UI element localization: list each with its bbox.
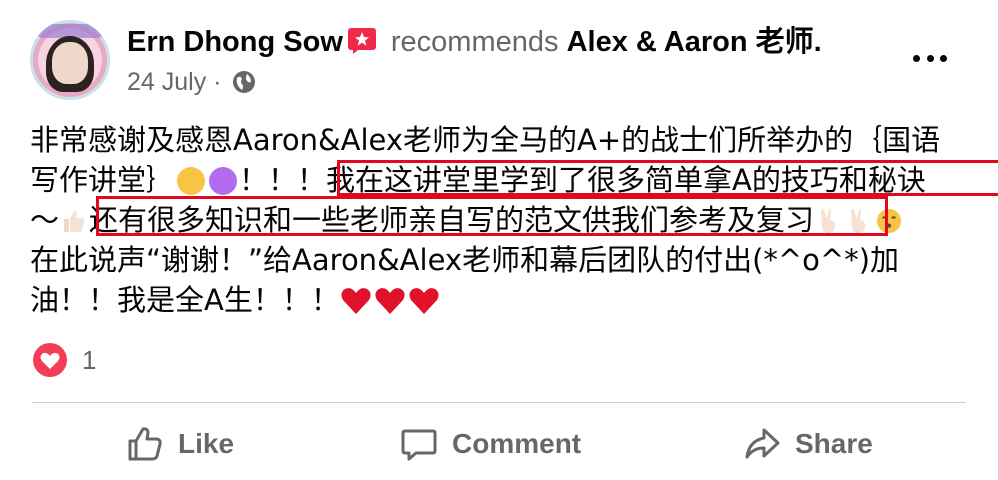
meta-separator: ·	[213, 68, 222, 96]
page-name-link[interactable]: Alex & Aaron 老师.	[567, 26, 822, 58]
globe-icon	[233, 71, 256, 93]
body-line-4: 在此说声“谢谢！”给Aaron&Alex老师和幕后团队的付出(*^o^*)加	[30, 243, 900, 277]
more-dot	[940, 54, 947, 62]
post-header: Ern Dhong Sow recommends Alex & Aaron 老师…	[127, 24, 822, 60]
love-reaction-icon	[33, 343, 67, 377]
like-icon	[128, 427, 162, 461]
body-line-5-text: 油！！我是全A生！！！	[30, 283, 340, 317]
avatar-face	[52, 42, 88, 84]
author-name[interactable]: Ern Dhong Sow	[127, 26, 343, 58]
star-struck-icon	[209, 167, 238, 195]
comment-icon	[401, 429, 437, 461]
thumbs-up-emoji-icon	[64, 210, 85, 232]
reaction-summary[interactable]: 1	[32, 341, 96, 379]
heart-emoji-icon	[409, 288, 439, 314]
share-label: Share	[795, 428, 873, 459]
share-button[interactable]: Share	[743, 418, 873, 470]
more-dot	[913, 54, 920, 62]
post-date[interactable]: 24 July	[127, 68, 206, 96]
body-line-2-exclaim: ！！！	[239, 163, 327, 197]
comment-button[interactable]: Comment	[400, 418, 581, 470]
party-face-icon	[177, 167, 206, 195]
recommends-verb: recommends	[390, 26, 559, 58]
like-button[interactable]: Like	[126, 418, 234, 470]
body-line-1: 非常感谢及感恩Aaron&Alex老师为全马的A+的战士们所举办的｛国语	[30, 123, 941, 157]
post-body: 非常感谢及感恩Aaron&Alex老师为全马的A+的战士们所举办的｛国语 写作讲…	[30, 120, 998, 320]
reaction-count: 1	[82, 344, 97, 375]
post-card: Ern Dhong Sow recommends Alex & Aaron 老师…	[0, 0, 998, 480]
body-line-5: 油！！我是全A生！！！	[30, 280, 970, 320]
heart-emoji-icon	[375, 288, 405, 314]
like-label: Like	[178, 428, 235, 459]
comment-label: Comment	[452, 428, 582, 459]
more-options-icon[interactable]	[910, 44, 950, 72]
heart-emoji-icon	[341, 288, 371, 314]
divider	[32, 402, 966, 403]
post-meta: 24 July ·	[127, 66, 256, 98]
highlight-box	[96, 196, 888, 236]
body-line-2-start: 写作讲堂｝	[30, 163, 176, 197]
share-icon	[745, 428, 780, 459]
tilde: ～	[30, 203, 60, 237]
recommend-flag-icon	[347, 28, 376, 54]
highlight-box	[337, 160, 998, 196]
more-dot	[926, 54, 934, 62]
author-avatar[interactable]	[30, 20, 110, 100]
